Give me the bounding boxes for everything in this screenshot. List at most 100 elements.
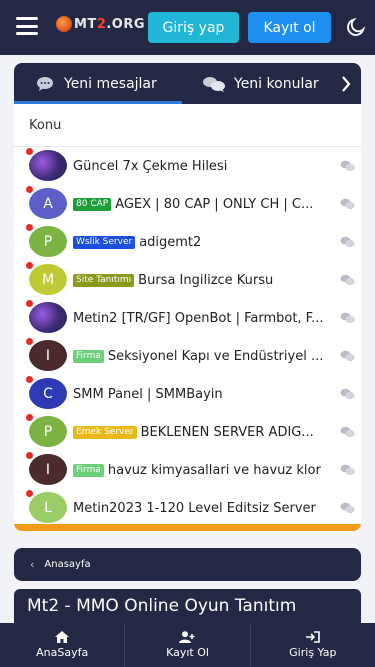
replies-icon	[340, 274, 355, 286]
login-button[interactable]: Giriş yap	[148, 12, 239, 43]
prefix-badge[interactable]: 80 CAP	[73, 197, 112, 211]
chevron-right-icon[interactable]	[333, 63, 359, 104]
prefix-badge[interactable]: Site Tanıtımı	[73, 273, 135, 287]
thread-title[interactable]: Metin2023 1-120 Level Editsiz Server	[73, 501, 316, 516]
chat-bubbles-icon	[202, 76, 226, 92]
row-content: Firma Seksiyonel Kapı ve Endüstriyel ...	[73, 347, 335, 365]
logo-text: MT2.ORG	[74, 16, 146, 32]
avatar[interactable]	[29, 150, 67, 181]
row-content: Güncel 7x Çekme Hilesi	[73, 157, 335, 175]
thread-list: Güncel 7x Çekme Hilesi A 80 CAP AGEX | 80 C…	[14, 148, 361, 528]
replies-icon	[340, 312, 355, 324]
thread-title[interactable]: Güncel 7x Çekme Hilesi	[73, 159, 227, 174]
list-item[interactable]: Güncel 7x Çekme Hilesi	[14, 148, 361, 186]
nav-home[interactable]: AnaSayfa	[0, 623, 126, 667]
add-user-icon	[179, 631, 195, 643]
moon-icon[interactable]	[345, 16, 367, 38]
unread-dot	[26, 490, 33, 497]
card-footer-bar	[14, 524, 361, 531]
unread-dot	[26, 148, 33, 155]
prefix-badge[interactable]: Firma	[73, 463, 104, 477]
list-item[interactable]: C SMM Panel | SMMBayin	[14, 376, 361, 414]
breadcrumb[interactable]: ‹ Anasayfa	[14, 548, 361, 581]
avatar[interactable]: L	[29, 492, 67, 523]
avatar[interactable]: I	[29, 340, 67, 371]
list-item[interactable]: Metin2 [TR/GF] OpenBot | Farmbot, F...	[14, 300, 361, 338]
row-content: 80 CAP AGEX | 80 CAP | ONLY CH | C...	[73, 195, 335, 213]
tab-bar: Yeni mesajlar Yeni konular	[14, 63, 361, 104]
replies-icon	[340, 160, 355, 172]
list-item[interactable]: M Site Tanıtımı Bursa İngilizce Kursu	[14, 262, 361, 300]
chevron-left-icon: ‹	[30, 558, 35, 571]
list-item[interactable]: L Metin2023 1-120 Level Editsiz Server	[14, 490, 361, 528]
breadcrumb-home[interactable]: Anasayfa	[44, 559, 90, 570]
site-logo[interactable]: MT2.ORG	[56, 16, 145, 32]
home-icon	[55, 631, 70, 643]
column-header: Konu	[14, 104, 361, 147]
nav-label: AnaSayfa	[36, 646, 89, 659]
unread-dot	[26, 300, 33, 307]
thread-title[interactable]: Bursa İngilizce Kursu	[138, 273, 273, 288]
tab-new-topics[interactable]: Yeni konular	[182, 63, 332, 104]
chat-bubbles-icon	[36, 76, 56, 92]
logo-emblem	[56, 16, 72, 32]
thread-title[interactable]: SMM Panel | SMMBayin	[73, 387, 223, 402]
prefix-badge[interactable]: Emek Server	[73, 425, 137, 439]
replies-icon	[340, 236, 355, 248]
row-content: Wslik Server adigemt2	[73, 233, 335, 251]
unread-dot	[26, 338, 33, 345]
tab-label: Yeni mesajlar	[64, 75, 157, 92]
unread-dot	[26, 186, 33, 193]
avatar[interactable]: C	[29, 378, 67, 409]
avatar[interactable]: I	[29, 454, 67, 485]
thread-title[interactable]: havuz kimyasallari ve havuz klor	[108, 463, 321, 478]
latest-posts-card: Yeni mesajlar Yeni konular Konu Güncel 7…	[14, 63, 361, 531]
avatar[interactable]	[29, 302, 67, 333]
thread-title[interactable]: BEKLENEN SERVER ADİG...	[141, 425, 314, 440]
unread-dot	[26, 224, 33, 231]
replies-icon	[340, 502, 355, 514]
row-content: Metin2 [TR/GF] OpenBot | Farmbot, F...	[73, 309, 335, 327]
nav-label: Kayıt Ol	[166, 646, 209, 659]
tab-label: Yeni konular	[234, 75, 319, 92]
page-title: Mt2 - MMO Online Oyun Tanıtım	[14, 589, 361, 625]
thread-title[interactable]: Seksiyonel Kapı ve Endüstriyel ...	[108, 349, 323, 364]
unread-dot	[26, 262, 33, 269]
tab-new-messages[interactable]: Yeni mesajlar	[14, 63, 182, 104]
sign-in-icon	[305, 631, 320, 643]
row-content: Emek Server BEKLENEN SERVER ADİG...	[73, 423, 335, 441]
avatar[interactable]: A	[29, 188, 67, 219]
replies-icon	[340, 426, 355, 438]
row-content: Firma havuz kimyasallari ve havuz klor	[73, 461, 335, 479]
thread-title[interactable]: adigemt2	[139, 235, 201, 250]
prefix-badge[interactable]: Wslik Server	[73, 235, 136, 249]
replies-icon	[340, 350, 355, 362]
bottom-navigation: AnaSayfa Kayıt Ol Giriş Yap	[0, 623, 375, 667]
prefix-badge[interactable]: Firma	[73, 349, 104, 363]
replies-icon	[340, 198, 355, 210]
list-item[interactable]: I Firma havuz kimyasallari ve havuz klor	[14, 452, 361, 490]
unread-dot	[26, 452, 33, 459]
replies-icon	[340, 464, 355, 476]
menu-icon[interactable]	[16, 17, 38, 35]
avatar[interactable]: M	[29, 264, 67, 295]
list-item[interactable]: P Wslik Server adigemt2	[14, 224, 361, 262]
thread-title[interactable]: AGEX | 80 CAP | ONLY CH | C...	[115, 197, 313, 212]
replies-icon	[340, 388, 355, 400]
row-content: SMM Panel | SMMBayin	[73, 385, 335, 403]
top-header: MT2.ORG Giriş yap Kayıt ol	[0, 0, 375, 55]
register-button[interactable]: Kayıt ol	[248, 12, 331, 43]
list-item[interactable]: P Emek Server BEKLENEN SERVER ADİG...	[14, 414, 361, 452]
nav-label: Giriş Yap	[289, 646, 337, 659]
thread-title[interactable]: Metin2 [TR/GF] OpenBot | Farmbot, F...	[73, 311, 323, 326]
list-item[interactable]: I Firma Seksiyonel Kapı ve Endüstriyel ...	[14, 338, 361, 376]
nav-register[interactable]: Kayıt Ol	[125, 623, 251, 667]
avatar[interactable]: P	[29, 226, 67, 257]
row-content: Site Tanıtımı Bursa İngilizce Kursu	[73, 271, 335, 289]
nav-login[interactable]: Giriş Yap	[251, 623, 375, 667]
list-item[interactable]: A 80 CAP AGEX | 80 CAP | ONLY CH | C...	[14, 186, 361, 224]
avatar[interactable]: P	[29, 416, 67, 447]
unread-dot	[26, 376, 33, 383]
unread-dot	[26, 414, 33, 421]
row-content: Metin2023 1-120 Level Editsiz Server	[73, 499, 335, 517]
